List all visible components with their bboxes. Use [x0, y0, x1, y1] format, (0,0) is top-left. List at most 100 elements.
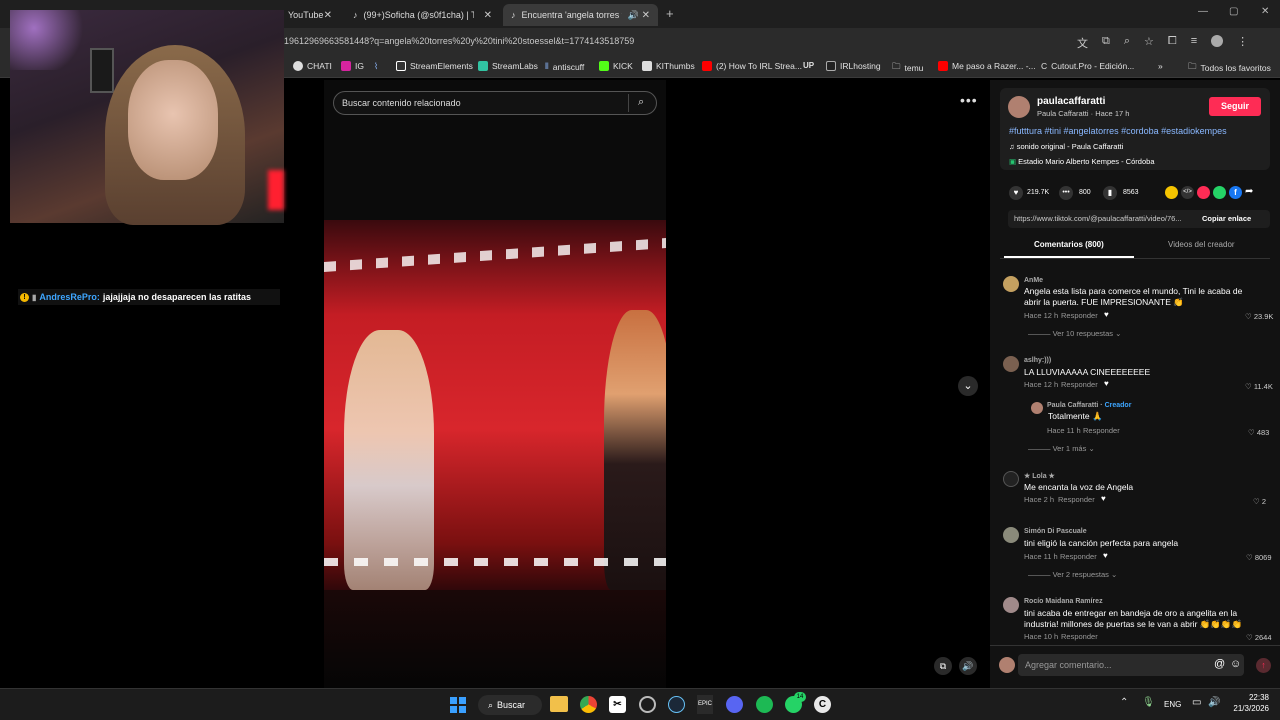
close-icon[interactable]: ✕: [642, 10, 650, 21]
comment-likes[interactable]: ♡ 11.4K: [1245, 382, 1273, 391]
microphone-icon[interactable]: 🎙: [1142, 697, 1155, 708]
tab-creator-videos[interactable]: Videos del creador: [1168, 240, 1235, 249]
minimize-button[interactable]: —: [1198, 6, 1208, 17]
emoji-icon[interactable]: ☺: [1230, 658, 1241, 670]
bookmark-kick[interactable]: KICK: [599, 61, 633, 71]
comment-username[interactable]: Simón Di Pascuale: [1024, 528, 1087, 535]
speaker-icon[interactable]: 🔊: [628, 10, 639, 21]
volume-button[interactable]: 🔊: [959, 657, 977, 675]
reply-button[interactable]: Responder: [1061, 311, 1098, 320]
next-video-button[interactable]: ⌄: [958, 376, 978, 396]
star-icon[interactable]: ☆: [1144, 35, 1154, 51]
bookmark-all-favorites[interactable]: 🗀 Todos los favoritos: [1188, 61, 1271, 75]
bookmark-chati[interactable]: CHATI: [293, 61, 332, 71]
share-arrow-icon[interactable]: ➦: [1245, 186, 1253, 199]
discord-icon[interactable]: [726, 696, 743, 713]
comment-likes[interactable]: ♡ 2: [1253, 497, 1266, 506]
location-row[interactable]: ▣ Estadio Mario Alberto Kempes - Córdoba: [1009, 157, 1155, 166]
video-player[interactable]: [324, 80, 666, 688]
avatar[interactable]: [1003, 276, 1019, 292]
obs-icon[interactable]: [639, 696, 656, 713]
coin-icon[interactable]: [1165, 186, 1178, 199]
creator-username[interactable]: paulacaffaratti: [1037, 96, 1105, 107]
reply-button[interactable]: Responder: [1083, 426, 1120, 435]
save-button[interactable]: ▮: [1103, 186, 1117, 200]
post-hashtags[interactable]: #futttura #tini #angelatorres #cordoba #…: [1009, 126, 1227, 136]
sound-row[interactable]: ♫ sonido original - Paula Caffaratti: [1009, 142, 1123, 151]
avatar[interactable]: [1003, 356, 1019, 372]
bookmark-kithumbs[interactable]: KIThumbs: [642, 61, 695, 71]
extensions-icon[interactable]: ⧠: [1168, 35, 1177, 51]
start-button[interactable]: [450, 697, 466, 713]
address-bar[interactable]: 19612969663581448?q=angela%20torres%20y%…: [284, 36, 634, 46]
bookmark-streamlabs[interactable]: StreamLabs: [478, 61, 538, 71]
translate-icon[interactable]: 文: [1077, 35, 1088, 51]
reading-list-icon[interactable]: ≡: [1191, 35, 1197, 51]
epic-games-icon[interactable]: EPIC: [697, 695, 713, 714]
bookmark-antiscuff[interactable]: ⦀ antiscuff: [545, 61, 584, 72]
bookmark-razer[interactable]: Me paso a Razer... -...: [938, 61, 1036, 71]
capcut-icon[interactable]: ✂: [609, 696, 626, 713]
bookmark-temu[interactable]: 🗀 temu: [892, 61, 923, 75]
avatar[interactable]: [1003, 597, 1019, 613]
related-search-input[interactable]: Buscar contenido relacionado ⌕: [333, 91, 657, 115]
install-icon[interactable]: ⧉: [1102, 35, 1110, 51]
view-replies-button[interactable]: ——— Ver 2 respuestas ⌄: [1028, 570, 1117, 579]
comment-username[interactable]: Rocío Maidana Ramírez: [1024, 598, 1103, 605]
creator-avatar[interactable]: [1008, 96, 1030, 118]
mention-icon[interactable]: @: [1214, 658, 1225, 670]
whatsapp-icon[interactable]: [1213, 186, 1226, 199]
chrome-icon[interactable]: [580, 696, 597, 713]
volume-icon[interactable]: 🔊: [1208, 697, 1220, 708]
language-indicator[interactable]: ENG: [1164, 700, 1181, 709]
network-icon[interactable]: ▭: [1192, 697, 1201, 708]
tab-youtube[interactable]: YouTube ✕: [280, 4, 340, 26]
tab-tiktok-search[interactable]: ♪ Encuentra 'angela torres y ti 🔊✕: [503, 4, 658, 26]
reply-button[interactable]: Responder: [1060, 552, 1097, 561]
avatar[interactable]: [1003, 527, 1019, 543]
follow-button[interactable]: Seguir: [1209, 97, 1261, 116]
reply-likes[interactable]: ♡ 483: [1248, 428, 1269, 437]
like-button[interactable]: ♥: [1009, 186, 1023, 200]
send-icon[interactable]: [1197, 186, 1210, 199]
new-tab-button[interactable]: +: [666, 6, 674, 21]
search-icon[interactable]: ⌕: [638, 96, 644, 109]
zoom-icon[interactable]: ⌕: [1124, 35, 1130, 51]
maximize-button[interactable]: ▢: [1229, 6, 1238, 17]
bookmark-irlhosting[interactable]: IRLhosting: [826, 61, 881, 71]
spotify-icon[interactable]: [756, 696, 773, 713]
close-window-button[interactable]: ✕: [1261, 6, 1269, 17]
comment-likes[interactable]: ♡ 2644: [1246, 633, 1272, 642]
menu-icon[interactable]: ⋮: [1237, 35, 1248, 51]
bookmark-irl-stream[interactable]: (2) How To IRL Strea...: [702, 61, 802, 71]
close-icon[interactable]: ✕: [484, 10, 492, 21]
profile-avatar[interactable]: [1211, 35, 1224, 47]
bookmark-streamelements[interactable]: StreamElements: [396, 61, 473, 71]
clock[interactable]: 22:38 21/3/2026: [1233, 693, 1269, 713]
reply-button[interactable]: Responder: [1061, 380, 1098, 389]
bookmark-ig[interactable]: IG: [341, 61, 364, 71]
cutout-app-icon[interactable]: C: [814, 696, 831, 713]
facebook-icon[interactable]: f: [1229, 186, 1242, 199]
taskbar-search[interactable]: ⌕ Buscar: [478, 695, 542, 715]
comment-username[interactable]: ★ Lola ★: [1024, 472, 1055, 480]
copy-link-button[interactable]: Copiar enlace: [1202, 214, 1251, 223]
reply-button[interactable]: Responder: [1058, 495, 1095, 504]
comment-username[interactable]: aslhy:))): [1024, 357, 1051, 364]
view-more-button[interactable]: ——— Ver 1 más ⌄: [1028, 444, 1095, 453]
tray-chevron-icon[interactable]: ⌃: [1120, 697, 1128, 708]
tab-comments[interactable]: Comentarios (800): [1034, 240, 1104, 249]
reply-username[interactable]: Paula Caffaratti · Creador: [1047, 402, 1131, 409]
comment-button[interactable]: •••: [1059, 186, 1073, 200]
reply-button[interactable]: Responder: [1061, 632, 1098, 641]
close-icon[interactable]: ✕: [324, 10, 332, 21]
avatar[interactable]: [1031, 402, 1043, 414]
pip-button[interactable]: ⧉: [934, 657, 952, 675]
avatar[interactable]: [1003, 471, 1019, 487]
comment-username[interactable]: AnMe: [1024, 277, 1043, 284]
embed-icon[interactable]: </>: [1181, 186, 1194, 199]
bookmarks-overflow[interactable]: »: [1158, 61, 1163, 71]
steam-icon[interactable]: [668, 696, 685, 713]
bookmark-chart[interactable]: ⌇: [374, 61, 378, 72]
more-options-icon[interactable]: •••: [960, 92, 978, 108]
